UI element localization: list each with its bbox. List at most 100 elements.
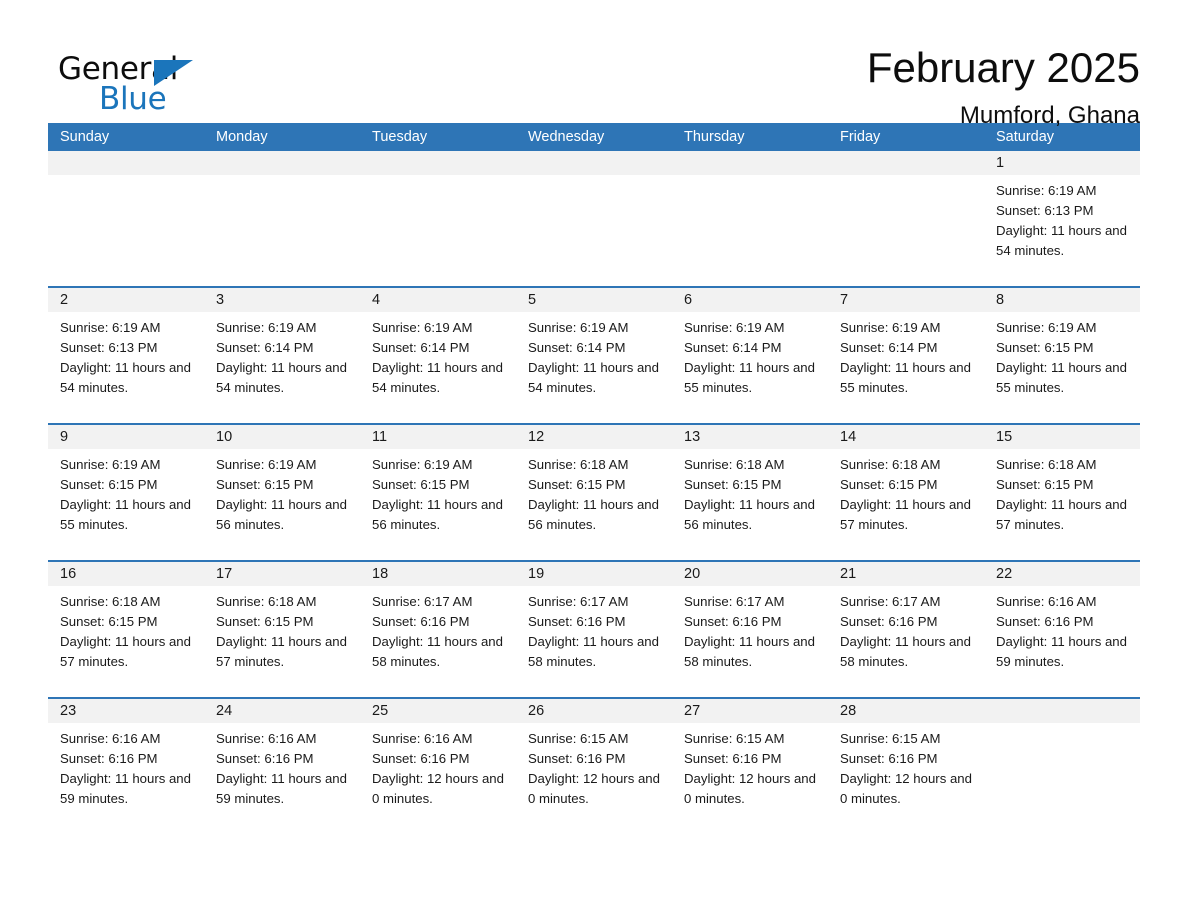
- day-sun-info: Sunrise: 6:18 AM Sunset: 6:15 PM Daylight:…: [204, 586, 360, 672]
- daylight-text: Daylight: 11 hours and 54 minutes.: [216, 360, 347, 395]
- day-number: 21: [828, 562, 984, 586]
- calendar-day-cell[interactable]: 20 Sunrise: 6:17 AM Sunset: 6:16 PM Dayligh…: [672, 562, 828, 697]
- day-number: 26: [516, 699, 672, 723]
- calendar-day-empty: [204, 151, 360, 286]
- day-number: 27: [672, 699, 828, 723]
- sunrise-text: Sunrise: 6:18 AM: [684, 457, 785, 472]
- calendar-day-cell[interactable]: 24 Sunrise: 6:16 AM Sunset: 6:16 PM Dayligh…: [204, 699, 360, 834]
- calendar-day-cell[interactable]: 12 Sunrise: 6:18 AM Sunset: 6:15 PM Dayligh…: [516, 425, 672, 560]
- sunset-text: Sunset: 6:15 PM: [60, 477, 158, 492]
- sunset-text: Sunset: 6:16 PM: [528, 751, 626, 766]
- day-sun-info: Sunrise: 6:19 AM Sunset: 6:14 PM Daylight:…: [360, 312, 516, 398]
- daylight-text: Daylight: 12 hours and 0 minutes.: [372, 771, 504, 806]
- day-sun-info: Sunrise: 6:17 AM Sunset: 6:16 PM Daylight:…: [360, 586, 516, 672]
- calendar-day-cell[interactable]: 25 Sunrise: 6:16 AM Sunset: 6:16 PM Dayligh…: [360, 699, 516, 834]
- calendar-day-cell[interactable]: 2 Sunrise: 6:19 AM Sunset: 6:13 PM Daylight…: [48, 288, 204, 423]
- calendar-day-empty: [672, 151, 828, 286]
- daylight-text: Daylight: 11 hours and 57 minutes.: [216, 634, 347, 669]
- calendar-day-cell[interactable]: 28 Sunrise: 6:15 AM Sunset: 6:16 PM Dayligh…: [828, 699, 984, 834]
- day-number: 10: [204, 425, 360, 449]
- day-number: 28: [828, 699, 984, 723]
- sunrise-text: Sunrise: 6:18 AM: [996, 457, 1097, 472]
- sunset-text: Sunset: 6:16 PM: [372, 751, 470, 766]
- calendar-day-cell[interactable]: 17 Sunrise: 6:18 AM Sunset: 6:15 PM Dayligh…: [204, 562, 360, 697]
- calendar-day-cell[interactable]: 15 Sunrise: 6:18 AM Sunset: 6:15 PM Dayligh…: [984, 425, 1140, 560]
- day-number: 8: [984, 288, 1140, 312]
- day-sun-info: Sunrise: 6:16 AM Sunset: 6:16 PM Daylight:…: [48, 723, 204, 809]
- day-sun-info: Sunrise: 6:19 AM Sunset: 6:13 PM Daylight:…: [48, 312, 204, 398]
- calendar-day-cell[interactable]: 14 Sunrise: 6:18 AM Sunset: 6:15 PM Dayligh…: [828, 425, 984, 560]
- calendar-day-cell[interactable]: 4 Sunrise: 6:19 AM Sunset: 6:14 PM Daylight…: [360, 288, 516, 423]
- calendar-day-cell[interactable]: 26 Sunrise: 6:15 AM Sunset: 6:16 PM Dayligh…: [516, 699, 672, 834]
- calendar-week-row: 23 Sunrise: 6:16 AM Sunset: 6:16 PM Dayligh…: [48, 697, 1140, 834]
- day-sun-info: Sunrise: 6:17 AM Sunset: 6:16 PM Daylight:…: [672, 586, 828, 672]
- day-sun-info: Sunrise: 6:16 AM Sunset: 6:16 PM Daylight:…: [984, 586, 1140, 672]
- sunset-text: Sunset: 6:14 PM: [528, 340, 626, 355]
- day-number: 6: [672, 288, 828, 312]
- general-blue-logo: General Blue: [58, 44, 208, 116]
- calendar-day-cell[interactable]: 21 Sunrise: 6:17 AM Sunset: 6:16 PM Dayligh…: [828, 562, 984, 697]
- calendar-day-cell[interactable]: 10 Sunrise: 6:19 AM Sunset: 6:15 PM Dayligh…: [204, 425, 360, 560]
- sunrise-text: Sunrise: 6:16 AM: [372, 731, 473, 746]
- logo-text-blue: Blue: [99, 81, 167, 117]
- daylight-text: Daylight: 11 hours and 58 minutes.: [840, 634, 971, 669]
- day-sun-info: Sunrise: 6:17 AM Sunset: 6:16 PM Daylight:…: [516, 586, 672, 672]
- calendar-day-cell[interactable]: 13 Sunrise: 6:18 AM Sunset: 6:15 PM Dayligh…: [672, 425, 828, 560]
- calendar-day-cell[interactable]: 19 Sunrise: 6:17 AM Sunset: 6:16 PM Dayligh…: [516, 562, 672, 697]
- daylight-text: Daylight: 11 hours and 54 minutes.: [372, 360, 503, 395]
- day-sun-info: Sunrise: 6:19 AM Sunset: 6:14 PM Daylight:…: [516, 312, 672, 398]
- day-number: 11: [360, 425, 516, 449]
- day-number: 25: [360, 699, 516, 723]
- sunrise-text: Sunrise: 6:19 AM: [528, 320, 629, 335]
- sunset-text: Sunset: 6:15 PM: [840, 477, 938, 492]
- daylight-text: Daylight: 11 hours and 55 minutes.: [60, 497, 191, 532]
- calendar-day-cell[interactable]: 3 Sunrise: 6:19 AM Sunset: 6:14 PM Daylight…: [204, 288, 360, 423]
- day-number: 9: [48, 425, 204, 449]
- calendar-day-cell[interactable]: 23 Sunrise: 6:16 AM Sunset: 6:16 PM Dayligh…: [48, 699, 204, 834]
- sunrise-text: Sunrise: 6:16 AM: [996, 594, 1097, 609]
- calendar-day-cell[interactable]: 7 Sunrise: 6:19 AM Sunset: 6:14 PM Daylight…: [828, 288, 984, 423]
- sunset-text: Sunset: 6:15 PM: [996, 477, 1094, 492]
- calendar-body: 1 Sunrise: 6:19 AM Sunset: 6:13 PM Daylight…: [48, 151, 1140, 834]
- day-number: 3: [204, 288, 360, 312]
- sunrise-text: Sunrise: 6:19 AM: [996, 183, 1097, 198]
- day-sun-info: Sunrise: 6:19 AM Sunset: 6:14 PM Daylight:…: [204, 312, 360, 398]
- daylight-text: Daylight: 11 hours and 56 minutes.: [684, 497, 815, 532]
- calendar-day-cell[interactable]: 22 Sunrise: 6:16 AM Sunset: 6:16 PM Dayligh…: [984, 562, 1140, 697]
- day-number: 2: [48, 288, 204, 312]
- daylight-text: Daylight: 11 hours and 59 minutes.: [216, 771, 347, 806]
- daylight-text: Daylight: 11 hours and 56 minutes.: [528, 497, 659, 532]
- sunset-text: Sunset: 6:16 PM: [216, 751, 314, 766]
- day-number: 4: [360, 288, 516, 312]
- daylight-text: Daylight: 11 hours and 56 minutes.: [372, 497, 503, 532]
- sunrise-text: Sunrise: 6:15 AM: [528, 731, 629, 746]
- day-number: 15: [984, 425, 1140, 449]
- day-sun-info: Sunrise: 6:15 AM Sunset: 6:16 PM Daylight:…: [672, 723, 828, 809]
- daylight-text: Daylight: 12 hours and 0 minutes.: [528, 771, 660, 806]
- calendar-day-cell[interactable]: 1 Sunrise: 6:19 AM Sunset: 6:13 PM Daylight…: [984, 151, 1140, 286]
- calendar-day-empty: [828, 151, 984, 286]
- day-sun-info: Sunrise: 6:19 AM Sunset: 6:15 PM Daylight:…: [360, 449, 516, 535]
- sunrise-text: Sunrise: 6:19 AM: [372, 457, 473, 472]
- sunset-text: Sunset: 6:16 PM: [840, 614, 938, 629]
- day-number: [48, 151, 204, 175]
- day-sun-info: Sunrise: 6:18 AM Sunset: 6:15 PM Daylight:…: [672, 449, 828, 535]
- calendar-day-cell[interactable]: 16 Sunrise: 6:18 AM Sunset: 6:15 PM Dayligh…: [48, 562, 204, 697]
- day-number: 24: [204, 699, 360, 723]
- calendar-day-cell[interactable]: 27 Sunrise: 6:15 AM Sunset: 6:16 PM Dayligh…: [672, 699, 828, 834]
- calendar-day-cell[interactable]: 9 Sunrise: 6:19 AM Sunset: 6:15 PM Daylight…: [48, 425, 204, 560]
- calendar-day-cell[interactable]: 6 Sunrise: 6:19 AM Sunset: 6:14 PM Daylight…: [672, 288, 828, 423]
- day-sun-info: Sunrise: 6:19 AM Sunset: 6:13 PM Daylight:…: [984, 175, 1140, 261]
- day-sun-info: Sunrise: 6:19 AM Sunset: 6:14 PM Daylight:…: [672, 312, 828, 398]
- calendar-day-cell[interactable]: 8 Sunrise: 6:19 AM Sunset: 6:15 PM Daylight…: [984, 288, 1140, 423]
- calendar-day-cell[interactable]: 11 Sunrise: 6:19 AM Sunset: 6:15 PM Dayligh…: [360, 425, 516, 560]
- calendar-day-cell[interactable]: 5 Sunrise: 6:19 AM Sunset: 6:14 PM Daylight…: [516, 288, 672, 423]
- day-sun-info: Sunrise: 6:16 AM Sunset: 6:16 PM Daylight:…: [204, 723, 360, 809]
- weekday-header-friday: Friday: [840, 129, 881, 145]
- sunset-text: Sunset: 6:14 PM: [840, 340, 938, 355]
- daylight-text: Daylight: 12 hours and 0 minutes.: [684, 771, 816, 806]
- calendar-day-cell[interactable]: 18 Sunrise: 6:17 AM Sunset: 6:16 PM Dayligh…: [360, 562, 516, 697]
- daylight-text: Daylight: 11 hours and 55 minutes.: [684, 360, 815, 395]
- weekday-header-saturday: Saturday: [996, 129, 1055, 145]
- sunset-text: Sunset: 6:16 PM: [996, 614, 1094, 629]
